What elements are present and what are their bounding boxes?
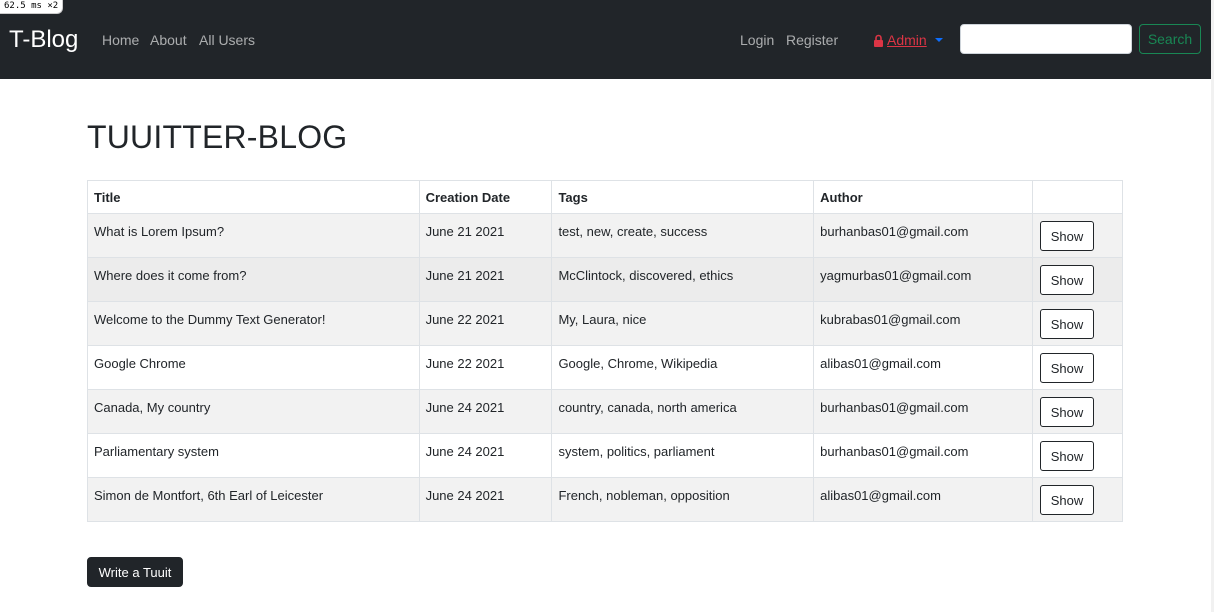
nav-link-login[interactable]: Login xyxy=(740,31,774,49)
table-row: Simon de Montfort, 6th Earl of Leicester… xyxy=(87,477,1123,522)
nav-link-register[interactable]: Register xyxy=(786,31,838,49)
admin-dropdown-toggle[interactable]: Admin xyxy=(873,31,943,49)
debug-timing-multiplier: ×2 xyxy=(47,1,59,11)
cell-date: June 22 2021 xyxy=(418,345,553,390)
cell-date: June 21 2021 xyxy=(418,257,553,302)
nav-link-home[interactable]: Home xyxy=(102,31,139,49)
cell-date: June 22 2021 xyxy=(418,301,553,346)
search-input[interactable] xyxy=(960,24,1132,54)
column-header-tags: Tags xyxy=(551,180,815,214)
cell-date: June 24 2021 xyxy=(418,433,553,478)
show-button[interactable]: Show xyxy=(1040,265,1094,295)
page-title: TUUITTER-BLOG xyxy=(87,119,348,155)
show-button[interactable]: Show xyxy=(1040,353,1094,383)
show-button[interactable]: Show xyxy=(1040,221,1094,251)
table-row: Google Chrome June 22 2021 Google, Chrom… xyxy=(87,345,1123,390)
cell-action: Show xyxy=(1032,389,1123,434)
show-button[interactable]: Show xyxy=(1040,441,1094,471)
debug-timing-badge: 62.5 ms ×2 xyxy=(0,0,64,14)
chevron-down-icon xyxy=(934,38,943,42)
cell-action: Show xyxy=(1032,301,1123,346)
column-header-creation-date: Creation Date xyxy=(418,180,553,214)
cell-title: Google Chrome xyxy=(87,345,420,390)
column-header-author: Author xyxy=(813,180,1033,214)
cell-title: What is Lorem Ipsum? xyxy=(87,213,420,258)
table-row: Welcome to the Dummy Text Generator! Jun… xyxy=(87,301,1123,346)
cell-author: alibas01@gmail.com xyxy=(813,477,1033,522)
cell-date: June 21 2021 xyxy=(418,213,553,258)
cell-title: Welcome to the Dummy Text Generator! xyxy=(87,301,420,346)
show-button[interactable]: Show xyxy=(1040,485,1094,515)
cell-tags: Google, Chrome, Wikipedia xyxy=(551,345,815,390)
cell-action: Show xyxy=(1032,345,1123,390)
cell-action: Show xyxy=(1032,213,1123,258)
cell-author: alibas01@gmail.com xyxy=(813,345,1033,390)
cell-tags: McClintock, discovered, ethics xyxy=(551,257,815,302)
cell-date: June 24 2021 xyxy=(418,477,553,522)
cell-title: Parliamentary system xyxy=(87,433,420,478)
cell-author: burhanbas01@gmail.com xyxy=(813,213,1033,258)
table-row: Where does it come from? June 21 2021 Mc… xyxy=(87,257,1123,302)
cell-tags: My, Laura, nice xyxy=(551,301,815,346)
table-row: Parliamentary system June 24 2021 system… xyxy=(87,433,1123,478)
show-button[interactable]: Show xyxy=(1040,309,1094,339)
nav-link-all-users[interactable]: All Users xyxy=(199,31,255,49)
cell-date: June 24 2021 xyxy=(418,389,553,434)
cell-tags: system, politics, parliament xyxy=(551,433,815,478)
cell-title: Canada, My country xyxy=(87,389,420,434)
cell-action: Show xyxy=(1032,257,1123,302)
debug-timing-unit: ms xyxy=(31,1,42,11)
nav-link-about[interactable]: About xyxy=(150,31,187,49)
lock-icon xyxy=(874,34,883,47)
cell-tags: test, new, create, success xyxy=(551,213,815,258)
show-button[interactable]: Show xyxy=(1040,397,1094,427)
debug-timing-value: 62.5 xyxy=(4,1,26,11)
cell-author: burhanbas01@gmail.com xyxy=(813,433,1033,478)
write-tuuit-button[interactable]: Write a Tuuit xyxy=(87,557,183,587)
search-button[interactable]: Search xyxy=(1139,24,1201,54)
admin-label: Admin xyxy=(887,32,927,48)
cell-tags: country, canada, north america xyxy=(551,389,815,434)
cell-author: yagmurbas01@gmail.com xyxy=(813,257,1033,302)
table-row: Canada, My country June 24 2021 country,… xyxy=(87,389,1123,434)
cell-author: burhanbas01@gmail.com xyxy=(813,389,1033,434)
cell-tags: French, nobleman, opposition xyxy=(551,477,815,522)
table-row: What is Lorem Ipsum? June 21 2021 test, … xyxy=(87,213,1123,258)
brand-logo[interactable]: T-Blog xyxy=(9,25,78,55)
cell-action: Show xyxy=(1032,477,1123,522)
column-header-actions xyxy=(1032,180,1123,214)
cell-title: Where does it come from? xyxy=(87,257,420,302)
cell-title: Simon de Montfort, 6th Earl of Leicester xyxy=(87,477,420,522)
column-header-title: Title xyxy=(87,180,420,214)
cell-author: kubrabas01@gmail.com xyxy=(813,301,1033,346)
cell-action: Show xyxy=(1032,433,1123,478)
table-header-row: Title Creation Date Tags Author xyxy=(87,180,1123,214)
top-navbar: T-Blog Home About All Users Login Regist… xyxy=(0,0,1211,79)
posts-table: Title Creation Date Tags Author What is … xyxy=(87,180,1123,522)
